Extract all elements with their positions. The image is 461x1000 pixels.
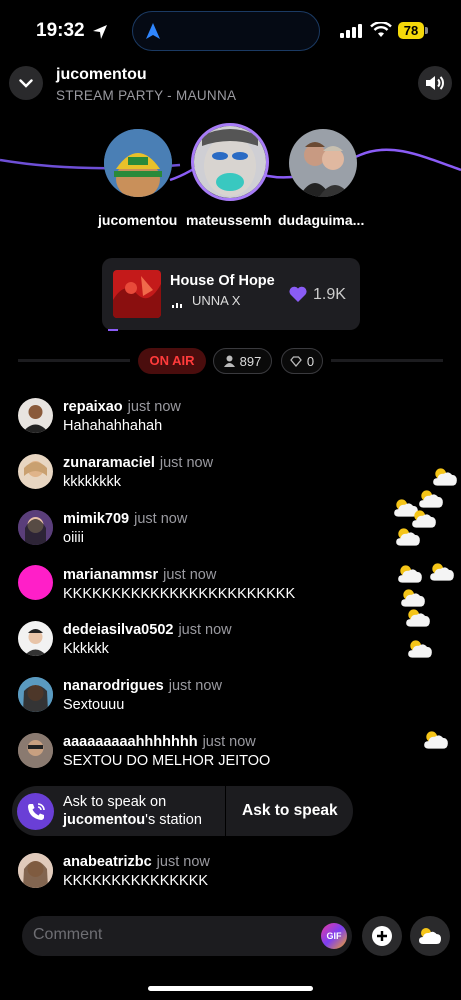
comment-text: oiiii [63,530,84,546]
comment-text: KKKKKKKKKKKKKKKKKKKKKKKK [63,586,296,602]
heart-icon[interactable] [288,285,308,303]
ask-to-speak-station: jucomentou's station [63,812,202,828]
battery-tip [425,27,428,34]
comment-username[interactable]: zunaramaciel [63,455,155,471]
gif-button[interactable]: GIF [321,923,347,949]
cloud-sun-reaction-icon [433,468,457,486]
cloud-sun-reaction-icon [408,640,432,658]
comment-avatar[interactable] [18,398,53,433]
ask-to-speak-icon-wrap [17,793,54,830]
comment-username[interactable]: marianammsr [63,567,158,583]
person-icon [223,355,235,367]
likes-count: 1.9K [313,286,346,303]
comment-avatar[interactable] [18,454,53,489]
cloud-sun-icon [419,928,441,944]
station-name-bold: jucomentou [63,812,146,828]
listeners-count: 897 [239,353,262,369]
cloud-sun-reaction-icon [398,565,422,583]
participant-avatar-2[interactable] [191,123,269,201]
cloud-sun-reaction-icon [401,589,425,607]
gems-pill[interactable]: 0 [281,348,323,374]
comment-avatar[interactable] [18,677,53,712]
ask-divider [225,786,226,836]
cloud-sun-reaction-icon [419,490,443,508]
station-title: jucomentou [56,66,147,83]
phone-call-icon [27,802,45,820]
participant-name-3: dudaguima... [278,212,365,228]
comment-header: dedeiasilva0502 just now [63,621,232,639]
diamond-icon [290,355,302,367]
comment-avatar[interactable] [18,565,53,600]
comment-placeholder: Comment [33,926,103,943]
track-title: House Of Hope [170,273,275,289]
wifi-icon [370,22,392,37]
home-indicator[interactable] [148,986,313,991]
reaction-button[interactable] [410,916,450,956]
participant-name-1: jucomentou [98,212,178,228]
comment-username[interactable]: repaixao [63,399,123,415]
add-button[interactable] [362,916,402,956]
participant-avatar-3[interactable] [289,129,357,197]
track-progress [108,329,118,331]
speaker-icon [426,76,444,90]
comment-username[interactable]: dedeiasilva0502 [63,622,173,638]
comment-header: aaaaaaaaahhhhhhh just now [63,733,256,751]
ask-to-speak-text: Ask to speak on [63,794,167,810]
comment-time: just now [127,399,181,415]
comment-header: marianammsr just now [63,566,216,584]
participant-name-2: mateussemh [186,212,272,228]
on-air-badge: ON AIR [138,348,206,374]
comment-text: Kkkkkk [63,641,109,657]
comment-username[interactable]: nanarodrigues [63,678,164,694]
comment-time: just now [159,455,214,471]
location-arrow-icon [93,25,107,39]
comment-header: zunaramaciel just now [63,454,213,472]
gems-count: 0 [306,353,315,369]
station-suffix: 's station [145,812,202,828]
chevron-down-icon [19,78,33,88]
comment-username[interactable]: mimik709 [63,511,129,527]
station-subtitle: STREAM PARTY - MAUNNA [56,88,237,103]
comment-avatar[interactable] [18,510,53,545]
cloud-sun-reaction-icon [396,528,420,546]
comment-time: just now [134,511,188,527]
comment-avatar[interactable] [18,853,53,888]
comment-header: nanarodrigues just now [63,677,222,695]
comment-text: SEXTOU DO MELHOR JEITOO [63,753,271,769]
comment-time: just now [168,678,222,694]
track-artist: UNNA X [192,293,241,308]
cloud-sun-reaction-icon [406,609,430,627]
volume-button[interactable] [418,66,452,100]
participant-avatar-1[interactable] [104,129,172,197]
plus-icon [372,926,392,946]
comment-text: KKKKKKKKKKKKKKK [63,873,209,889]
listeners-pill[interactable]: 897 [213,348,272,374]
comment-avatar[interactable] [18,733,53,768]
comment-header: repaixao just now [63,398,181,416]
collapse-button[interactable] [9,66,43,100]
divider-right [331,359,443,362]
comment-time: just now [156,854,210,870]
comment-text: kkkkkkkk [63,474,121,490]
comment-avatar[interactable] [18,621,53,656]
signal-icon [340,24,362,38]
cloud-sun-reaction-icon [430,563,454,581]
comment-header: mimik709 just now [63,510,187,528]
comment-header: anabeatrizbc just now [63,853,210,871]
comment-time: just now [202,734,256,750]
comment-text: Sextouuu [63,697,125,713]
comment-text: Hahahahhahah [63,418,163,434]
album-art [113,270,161,318]
cloud-sun-reaction-icon [424,731,448,749]
comment-username[interactable]: aaaaaaaaahhhhhhh [63,734,198,750]
navigation-icon [146,23,160,39]
divider-left [18,359,130,362]
comment-time: just now [178,622,232,638]
comment-time: just now [163,567,217,583]
equalizer-icon [172,303,182,308]
ask-to-speak-button[interactable]: Ask to speak [242,802,338,820]
status-time: 19:32 [36,20,85,41]
comment-username[interactable]: anabeatrizbc [63,854,152,870]
battery-indicator: 78 [398,22,424,39]
